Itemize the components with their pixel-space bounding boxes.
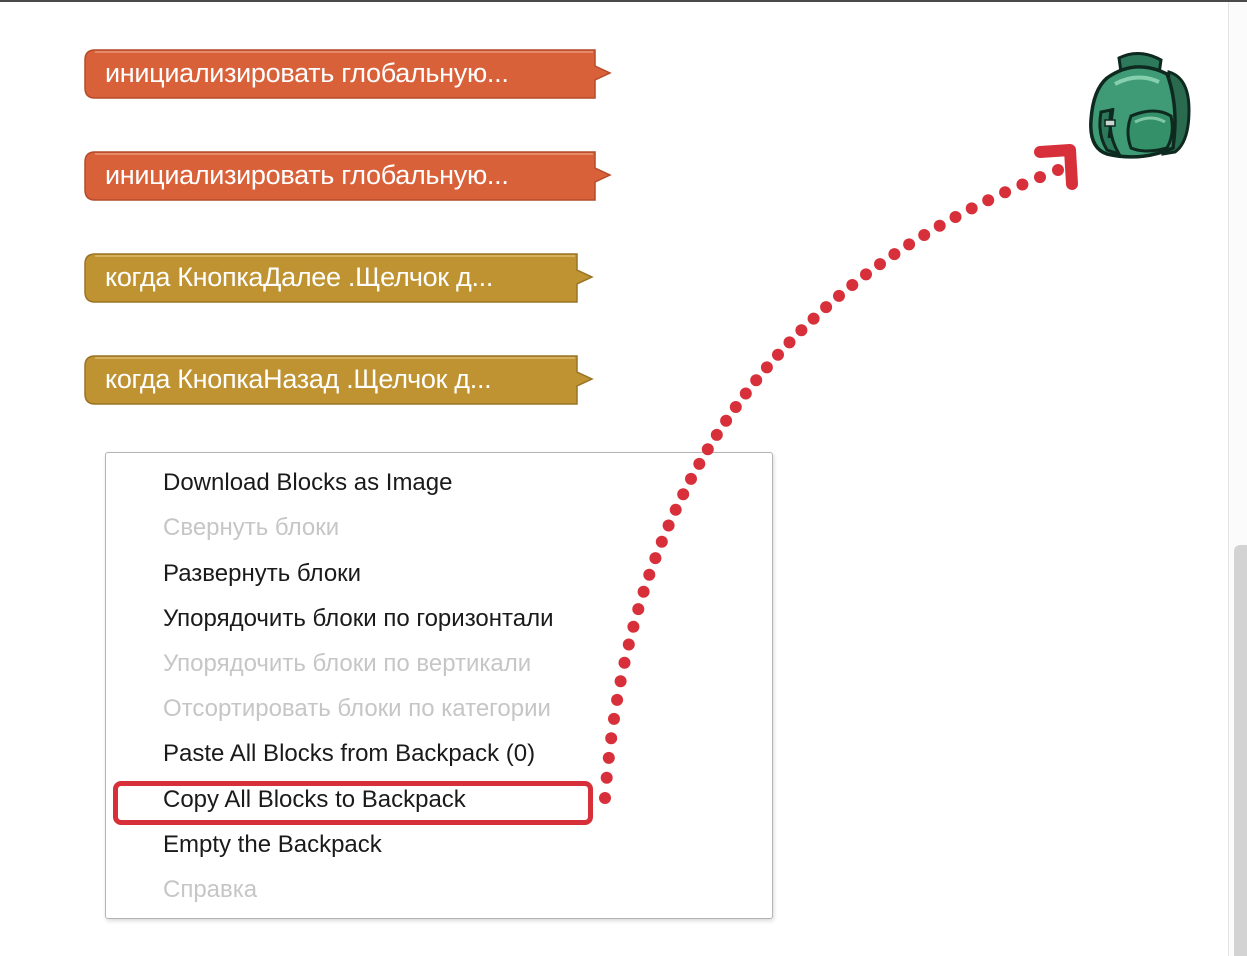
menu-item-paste-from-backpack[interactable]: Paste All Blocks from Backpack (0) <box>163 734 535 774</box>
workspace-context-menu: Download Blocks as Image Свернуть блоки … <box>105 452 773 919</box>
backpack-icon[interactable] <box>1085 50 1193 162</box>
menu-item-download-blocks-image[interactable]: Download Blocks as Image <box>163 463 452 503</box>
block-label: инициализировать глобальную... <box>105 58 509 88</box>
block-label: инициализировать глобальную... <box>105 160 509 190</box>
highlight-box <box>113 781 593 825</box>
block-label: когда КнопкаНазад .Щелчок д... <box>105 364 492 394</box>
menu-item-help: Справка <box>163 876 258 903</box>
vertical-scrollbar-thumb[interactable] <box>1234 545 1247 956</box>
menu-item-arrange-horizontal[interactable]: Упорядочить блоки по горизонтали <box>163 599 554 639</box>
block-label: когда КнопкаДалее .Щелчок д... <box>105 262 494 292</box>
menu-item-expand-blocks[interactable]: Развернуть блоки <box>163 554 361 594</box>
menu-item-arrange-vertical: Упорядочить блоки по вертикали <box>163 650 532 677</box>
menu-item-empty-backpack[interactable]: Empty the Backpack <box>163 825 382 865</box>
menu-item-sort-by-category: Отсортировать блоки по категории <box>163 695 551 722</box>
menu-item-collapse-blocks: Свернуть блоки <box>163 514 340 541</box>
